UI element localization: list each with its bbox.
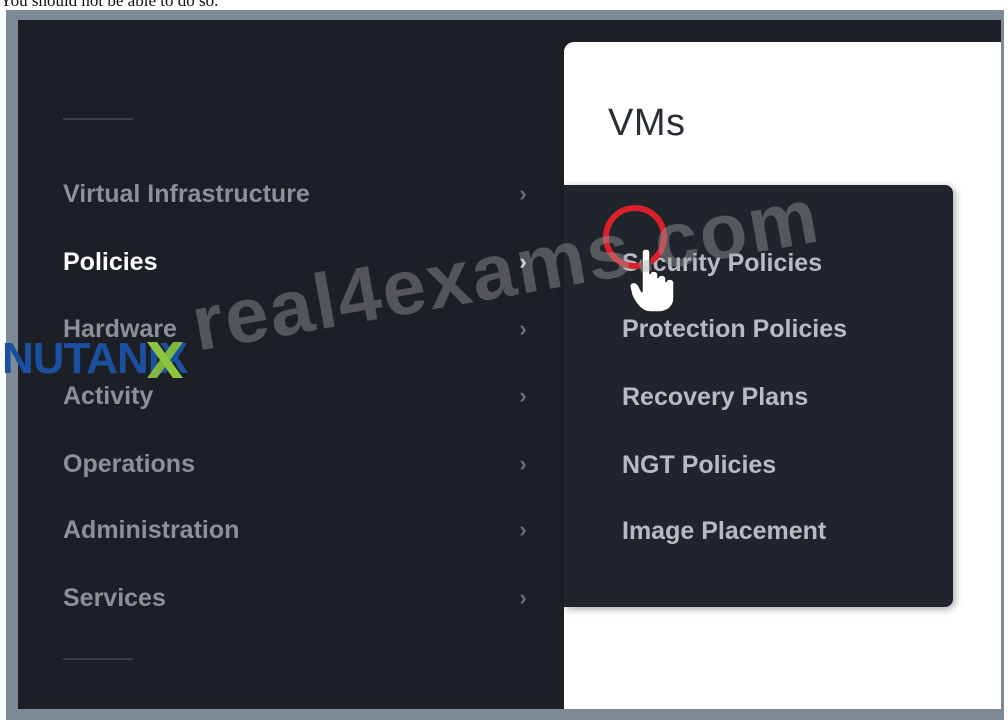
sidebar-item-label: Policies [63,247,158,276]
logo-x-mark [147,342,184,378]
sidebar-item-label: Services [63,583,166,612]
submenu-item-protection-policies[interactable]: Protection Policies [622,309,847,349]
sidebar-item-services[interactable]: Services › [63,576,533,620]
chevron-right-icon: › [519,181,527,206]
sidebar-item-label: Virtual Infrastructure [63,179,310,208]
sidebar-item-label: Activity [63,381,154,410]
submenu-item-ngt-policies[interactable]: NGT Policies [622,445,776,485]
sidebar-item-label: Operations [63,449,195,478]
nav-divider-top [63,118,133,120]
nav-divider-bottom [63,658,133,660]
sidebar-item-operations[interactable]: Operations › [63,442,533,486]
chevron-right-icon: › [519,585,527,610]
chevron-right-icon: › [519,383,527,408]
nutanix-logo: NUTANIX [2,334,188,383]
chevron-right-icon: › [519,316,527,341]
submenu-item-recovery-plans[interactable]: Recovery Plans [622,377,808,417]
submenu-item-image-placement[interactable]: Image Placement [622,511,826,551]
sidebar-item-administration[interactable]: Administration › [63,508,533,552]
sidebar-item-label: Administration [63,515,240,544]
sidebar-item-virtual-infrastructure[interactable]: Virtual Infrastructure › [63,172,533,216]
chevron-right-icon: › [519,517,527,542]
page-title: VMs [608,102,686,144]
chevron-right-icon: › [519,451,527,476]
